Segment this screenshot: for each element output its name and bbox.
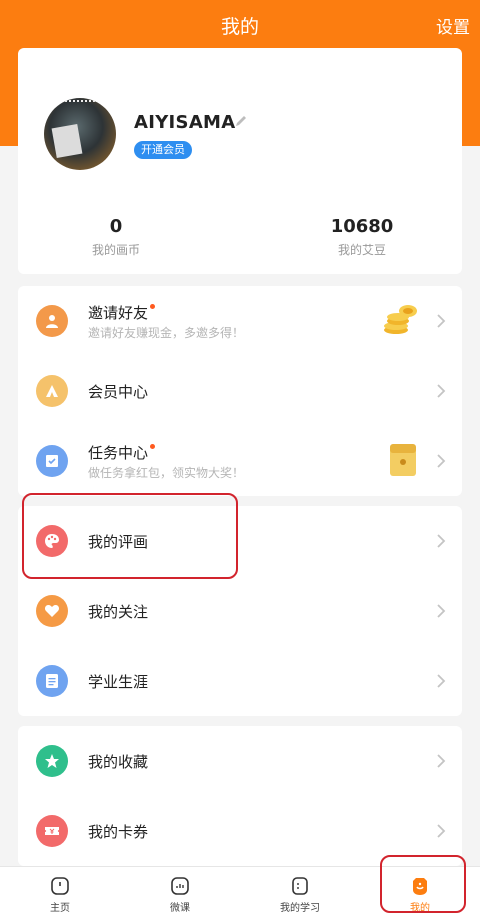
menu-item-label: 我的收藏 (88, 753, 149, 771)
highlight-box-my-reviews (22, 493, 238, 579)
chevron-right-icon (437, 604, 446, 618)
menu-item-label: 任务中心 (88, 444, 149, 462)
profile-card: AIYISAMA 开通会员 0 我的画币 10680 我的艾豆 (18, 48, 462, 274)
menu-item-favorites[interactable]: 我的收藏 (18, 726, 462, 796)
menu-item-subtitle: 做任务拿红包，领实物大奖！ (88, 466, 245, 480)
menu-item-label: 学业生涯 (88, 673, 149, 691)
new-badge-dot (150, 304, 156, 309)
document-icon (36, 665, 68, 697)
tab-home[interactable]: 主页 (0, 867, 120, 914)
vip-open-button[interactable]: 开通会员 (134, 141, 192, 159)
chevron-right-icon (437, 824, 446, 838)
username: AIYISAMA (134, 112, 236, 133)
video-course-icon (171, 877, 189, 895)
menu-item-invite-friends[interactable]: 邀请好友 邀请好友赚现金，多邀多得！ (18, 286, 462, 356)
stat-beans[interactable]: 10680 我的艾豆 (282, 216, 442, 258)
vip-crown-icon (36, 375, 68, 407)
coins-icon (384, 305, 417, 334)
star-icon (36, 745, 68, 777)
tab-micro-course[interactable]: 微课 (120, 867, 240, 914)
stat-beans-label: 我的艾豆 (337, 243, 386, 257)
new-badge-dot (150, 444, 156, 449)
tab-my-study[interactable]: 我的学习 (240, 867, 360, 914)
tab-label: 微课 (170, 903, 190, 914)
menu-item-subtitle: 邀请好友赚现金，多邀多得！ (88, 326, 245, 340)
chevron-right-icon (437, 314, 446, 328)
stat-coins[interactable]: 0 我的画币 (36, 216, 196, 258)
settings-button[interactable]: 设置 (436, 13, 470, 38)
menu-item-label: 我的关注 (88, 603, 149, 621)
chevron-right-icon (437, 754, 446, 768)
menu-item-task-center[interactable]: 任务中心 做任务拿红包，领实物大奖！ (18, 426, 462, 496)
notebook-icon (292, 877, 308, 895)
menu-group-rewards: 邀请好友 邀请好友赚现金，多邀多得！ 会员中心 任务中心 做任务拿红包，领实物大… (18, 286, 462, 496)
chevron-right-icon (437, 534, 446, 548)
menu-item-label: 会员中心 (88, 383, 149, 401)
ticket-icon (36, 815, 68, 847)
invite-user-icon (36, 305, 68, 337)
tab-label: 主页 (50, 903, 70, 914)
top-bar: 我的 设置 (0, 0, 480, 48)
stat-coins-value: 0 (109, 216, 123, 237)
menu-item-my-follows[interactable]: 我的关注 (18, 576, 462, 646)
page-title: 我的 (220, 16, 259, 38)
task-check-icon (36, 445, 68, 477)
stat-coins-label: 我的画币 (91, 243, 140, 257)
avatar[interactable] (44, 98, 116, 170)
stat-beans-value: 10680 (330, 216, 394, 237)
treasure-box-icon (390, 444, 416, 476)
menu-item-label: 我的卡券 (88, 823, 149, 841)
menu-item-vip-center[interactable]: 会员中心 (18, 356, 462, 426)
home-icon (51, 877, 69, 895)
menu-item-label: 邀请好友 (88, 304, 149, 322)
menu-item-academic-career[interactable]: 学业生涯 (18, 646, 462, 716)
edit-pencil-icon[interactable] (234, 114, 248, 128)
chevron-right-icon (437, 384, 446, 398)
highlight-box-tab-mine (380, 855, 466, 913)
chevron-right-icon (437, 674, 446, 688)
menu-group-collections: 我的收藏 我的卡券 (18, 726, 462, 866)
heart-icon (36, 595, 68, 627)
chevron-right-icon (437, 454, 446, 468)
tab-label: 我的学习 (280, 903, 320, 914)
